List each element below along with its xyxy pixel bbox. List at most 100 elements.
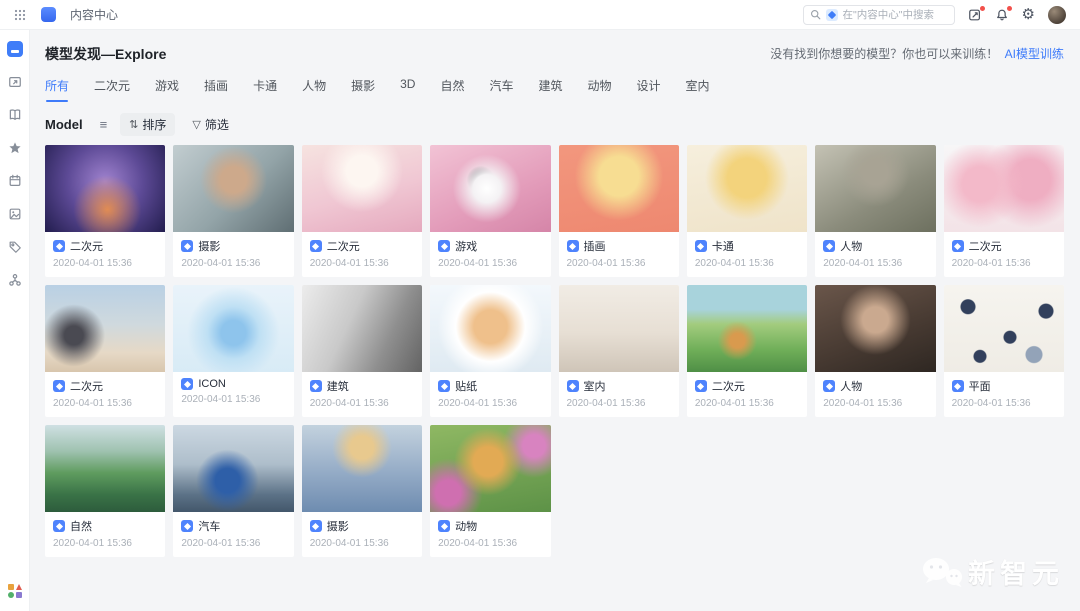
model-category-label: 汽车 (198, 518, 220, 534)
model-thumbnail (302, 145, 422, 232)
model-card[interactable]: 二次元 2020-04-01 15:36 (45, 145, 165, 277)
model-category-label: 人物 (840, 378, 862, 394)
model-card[interactable]: 人物 2020-04-01 15:36 (815, 285, 935, 417)
user-avatar[interactable] (1048, 6, 1066, 24)
model-category-label: 贴纸 (455, 378, 477, 394)
model-category-icon (567, 380, 579, 392)
model-card[interactable]: 二次元 2020-04-01 15:36 (302, 145, 422, 277)
tab-汽车[interactable]: 汽车 (489, 77, 513, 102)
model-date: 2020-04-01 15:36 (695, 258, 799, 269)
sidebar-item-shared-folder[interactable] (7, 74, 23, 90)
model-toolbar: Model ≡ ⇅ 排序 ▽ 筛选 (45, 113, 1064, 136)
model-card[interactable]: 摄影 2020-04-01 15:36 (173, 145, 293, 277)
sidebar-item-gallery[interactable] (7, 41, 23, 57)
tab-二次元[interactable]: 二次元 (94, 77, 130, 102)
tab-卡通[interactable]: 卡通 (253, 77, 277, 102)
model-category-icon (952, 380, 964, 392)
model-date: 2020-04-01 15:36 (823, 258, 927, 269)
filter-label: 筛选 (205, 116, 229, 133)
model-thumbnail (944, 145, 1064, 232)
tab-动物[interactable]: 动物 (588, 77, 612, 102)
tab-自然[interactable]: 自然 (440, 77, 464, 102)
model-category-label: 二次元 (70, 238, 103, 254)
model-date: 2020-04-01 15:36 (695, 398, 799, 409)
tab-摄影[interactable]: 摄影 (351, 77, 375, 102)
bell-icon[interactable] (995, 8, 1009, 22)
model-category-label: 自然 (70, 518, 92, 534)
model-category-icon (823, 240, 835, 252)
favorites-star-icon (8, 141, 22, 155)
sidebar-item-favorites[interactable] (7, 140, 23, 156)
model-card[interactable]: 二次元 2020-04-01 15:36 (687, 285, 807, 417)
sidebar-item-calendar[interactable] (7, 173, 23, 189)
model-card[interactable]: 人物 2020-04-01 15:36 (815, 145, 935, 277)
sidebar-item-library[interactable] (7, 107, 23, 123)
model-card[interactable]: 平面 2020-04-01 15:36 (944, 285, 1064, 417)
model-card[interactable]: 动物 2020-04-01 15:36 (430, 425, 550, 557)
tab-设计[interactable]: 设计 (637, 77, 661, 102)
model-label: Model (45, 117, 83, 132)
model-category-icon (181, 240, 193, 252)
sort-icon: ⇅ (129, 118, 138, 131)
tab-3D[interactable]: 3D (400, 77, 415, 102)
sort-label: 排序 (142, 116, 166, 133)
tab-所有[interactable]: 所有 (45, 77, 69, 102)
settings-gear-icon[interactable]: ⚙ (1022, 7, 1035, 22)
model-date: 2020-04-01 15:36 (181, 394, 285, 405)
model-thumbnail (815, 285, 935, 372)
shared-folder-icon (8, 75, 22, 89)
ai-train-link[interactable]: AI模型训练 (1005, 47, 1064, 61)
model-thumbnail (815, 145, 935, 232)
model-grid: 二次元 2020-04-01 15:36 摄影 2020-04-01 15:36… (45, 145, 1064, 557)
search-input[interactable]: 在"内容中心"中搜索 (803, 5, 955, 25)
page-title: 模型发现—Explore (45, 44, 166, 64)
sort-button[interactable]: ⇅ 排序 (120, 113, 175, 136)
model-category-icon (438, 380, 450, 392)
components-icon (8, 584, 22, 598)
model-date: 2020-04-01 15:36 (310, 538, 414, 549)
model-card[interactable]: 汽车 2020-04-01 15:36 (173, 425, 293, 557)
model-category-icon (181, 378, 193, 390)
model-card[interactable]: 室内 2020-04-01 15:36 (559, 285, 679, 417)
model-card[interactable]: 摄影 2020-04-01 15:36 (302, 425, 422, 557)
train-hint-text: 没有找到你想要的模型？你也可以来训练！ (770, 47, 998, 61)
model-date: 2020-04-01 15:36 (438, 398, 542, 409)
model-card[interactable]: 二次元 2020-04-01 15:36 (944, 145, 1064, 277)
model-category-label: 插画 (584, 238, 606, 254)
model-thumbnail (45, 425, 165, 512)
model-category-label: 人物 (840, 238, 862, 254)
model-card[interactable]: 贴纸 2020-04-01 15:36 (430, 285, 550, 417)
list-view-icon[interactable]: ≡ (100, 117, 108, 132)
model-date: 2020-04-01 15:36 (53, 538, 157, 549)
model-card[interactable]: 卡通 2020-04-01 15:36 (687, 145, 807, 277)
model-card[interactable]: 建筑 2020-04-01 15:36 (302, 285, 422, 417)
model-category-icon (438, 520, 450, 532)
model-card[interactable]: 游戏 2020-04-01 15:36 (430, 145, 550, 277)
filter-button[interactable]: ▽ 筛选 (188, 113, 232, 136)
model-category-label: 平面 (969, 378, 991, 394)
model-category-icon (695, 240, 707, 252)
sidebar-item-components[interactable] (7, 583, 23, 599)
tab-室内[interactable]: 室内 (686, 77, 710, 102)
sidebar-item-media[interactable] (7, 206, 23, 222)
model-thumbnail (687, 145, 807, 232)
tab-建筑[interactable]: 建筑 (538, 77, 562, 102)
sidebar-item-org-chart[interactable] (7, 272, 23, 288)
model-card[interactable]: 插画 2020-04-01 15:36 (559, 145, 679, 277)
app-launcher-icon[interactable] (14, 9, 26, 21)
tab-人物[interactable]: 人物 (302, 77, 326, 102)
tab-游戏[interactable]: 游戏 (155, 77, 179, 102)
library-book-icon (8, 108, 22, 122)
tab-插画[interactable]: 插画 (204, 77, 228, 102)
feedback-icon[interactable] (968, 8, 982, 22)
model-card[interactable]: ICON 2020-04-01 15:36 (173, 285, 293, 417)
app-logo[interactable] (41, 7, 56, 22)
model-card[interactable]: 自然 2020-04-01 15:36 (45, 425, 165, 557)
sidebar-item-tags[interactable] (7, 239, 23, 255)
media-image-icon (8, 207, 22, 221)
model-card[interactable]: 二次元 2020-04-01 15:36 (45, 285, 165, 417)
model-date: 2020-04-01 15:36 (438, 538, 542, 549)
model-category-label: 二次元 (70, 378, 103, 394)
filter-icon: ▽ (192, 118, 200, 131)
model-category-label: ICON (198, 378, 226, 390)
